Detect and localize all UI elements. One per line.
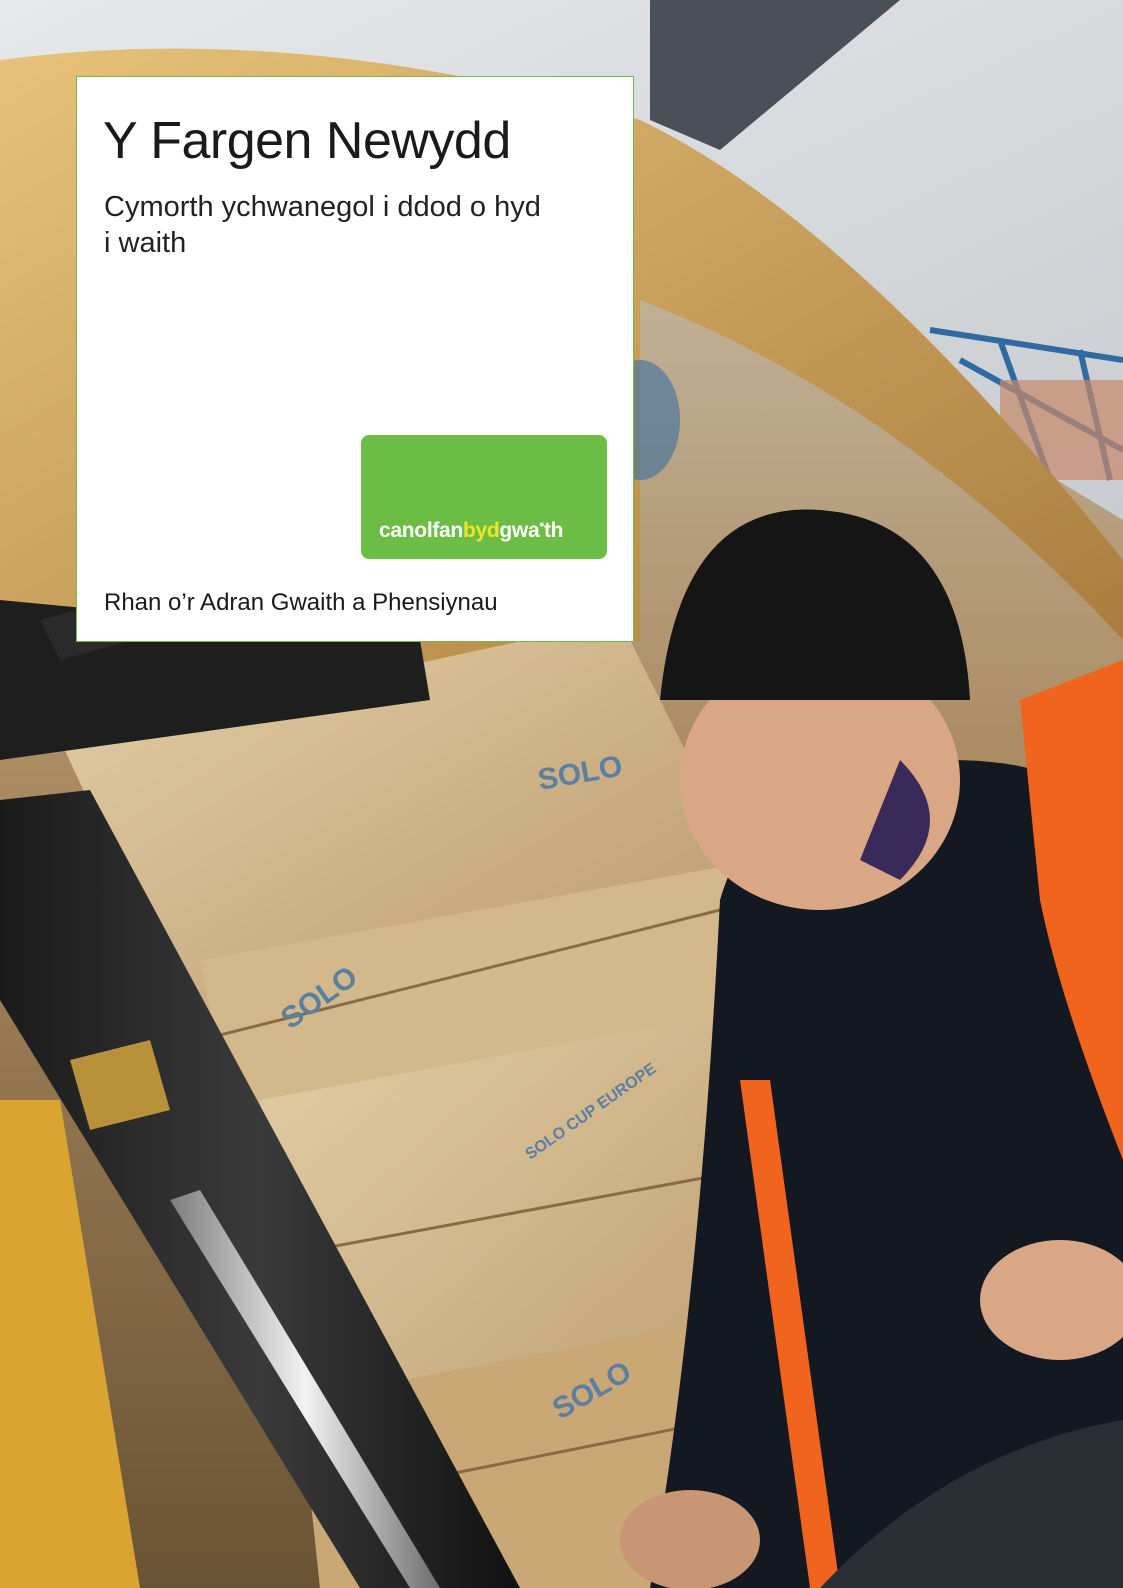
logo-part-byd: byd	[462, 519, 500, 542]
title-card: Y Fargen Newydd Cymorth ychwanegol i ddo…	[76, 76, 634, 642]
page-title: Y Fargen Newydd	[103, 112, 511, 170]
subtitle: Cymorth ychwanegol i ddod o hyd i waith	[104, 191, 541, 259]
logo-part-th: th	[543, 519, 564, 542]
logo-wordmark: canolfanbydgwa•th	[379, 516, 563, 543]
department-footer: Rhan o’r Adran Gwaith a Phensiynau	[104, 589, 498, 616]
logo-part-canolfan: canolfan	[379, 519, 463, 542]
jobcentre-plus-logo: canolfanbydgwa•th	[361, 435, 607, 559]
logo-part-gwa: gwa	[499, 519, 540, 542]
